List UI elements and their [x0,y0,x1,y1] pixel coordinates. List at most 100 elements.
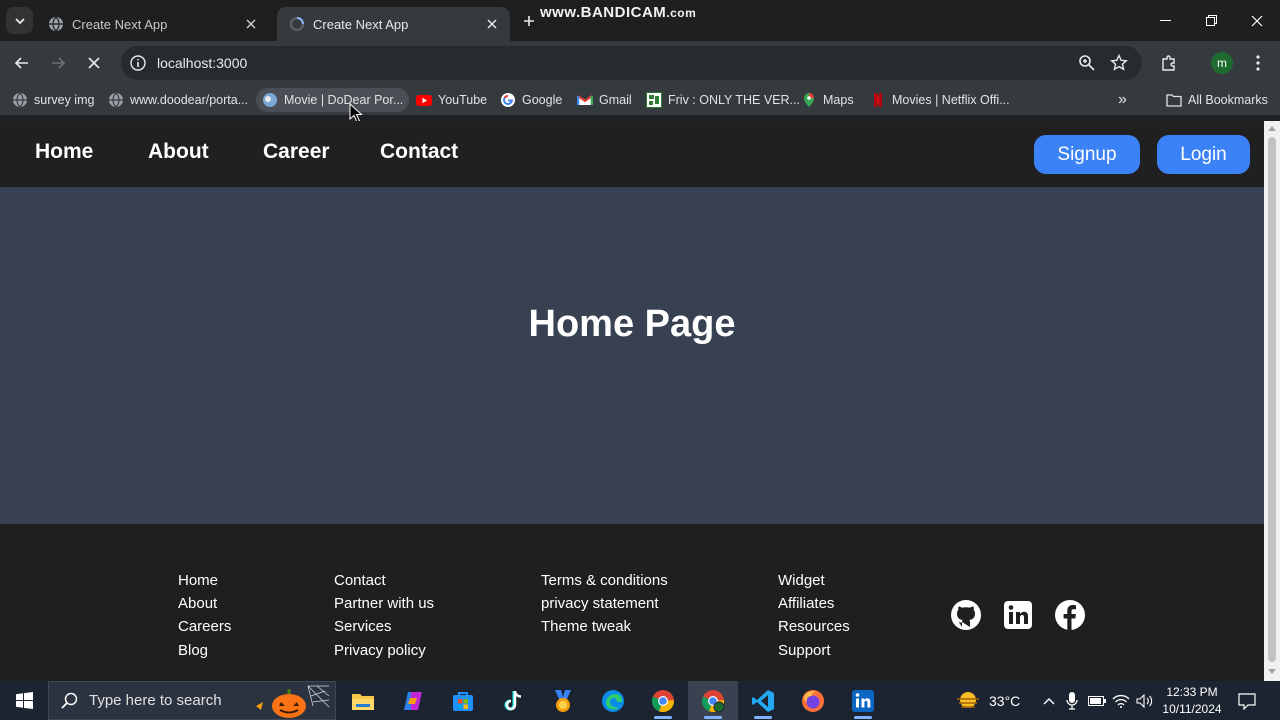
extensions-button[interactable] [1155,49,1183,77]
footer-link-partner[interactable]: Partner with us [334,592,434,615]
footer-link-careers[interactable]: Careers [178,615,231,638]
zoom-icon[interactable] [1078,54,1096,72]
url-text[interactable]: localhost:3000 [157,55,247,71]
show-hidden-icons-button[interactable] [1040,692,1058,710]
taskbar-edge[interactable] [588,681,638,720]
windows-logo-icon [15,692,33,709]
nav-link-contact[interactable]: Contact [380,140,458,164]
profile-avatar[interactable]: m [1211,52,1233,74]
vscode-icon [752,689,774,712]
tab-search-button[interactable] [6,7,33,34]
linkedin-icon[interactable] [1002,599,1034,631]
footer-link-support[interactable]: Support [778,639,850,662]
bookmark-gmail[interactable]: Gmail [571,88,638,112]
footer-link-blog[interactable]: Blog [178,639,231,662]
taskbar-chrome-profile[interactable] [688,681,738,720]
restore-icon [1205,15,1217,26]
taskbar-file-explorer[interactable] [338,681,388,720]
footer-link-affiliates[interactable]: Affiliates [778,592,850,615]
footer-link-home[interactable]: Home [178,569,231,592]
close-icon [1251,15,1263,26]
scrollbar-thumb[interactable] [1268,137,1276,662]
forward-arrow-icon [52,57,66,69]
taskbar-store[interactable] [438,681,488,720]
taskbar-search-box[interactable]: Type here to search [48,681,336,720]
taskbar-linkedin[interactable] [838,681,888,720]
file-explorer-icon [352,693,374,710]
chevron-down-icon [14,17,25,24]
start-button[interactable] [0,681,48,720]
hero-section: Home Page [0,187,1264,524]
edge-icon [602,689,624,712]
github-icon[interactable] [950,599,982,631]
tray-microphone[interactable] [1063,692,1081,710]
scroll-down-icon[interactable] [1268,669,1276,675]
bookmark-doodear-portal[interactable]: www.doodear/porta... [102,88,254,112]
new-tab-button[interactable] [518,10,540,32]
back-button[interactable] [8,49,36,77]
volume-icon [1136,694,1153,708]
nav-link-about[interactable]: About [148,140,209,164]
close-tab-button[interactable] [243,16,259,32]
taskbar-chrome[interactable] [638,681,688,720]
notification-icon [1238,692,1256,710]
bookmark-netflix[interactable]: Movies | Netflix Offi... [864,88,1016,112]
close-icon [246,19,256,29]
footer-link-terms[interactable]: Terms & conditions [541,569,668,592]
gmail-icon [577,92,593,108]
window-controls [1142,0,1280,41]
restore-button[interactable] [1188,0,1234,41]
all-bookmarks-button[interactable]: All Bookmarks [1160,88,1274,112]
tray-volume[interactable] [1136,692,1154,710]
footer-column-2: Contact Partner with us Services Privacy… [334,569,434,662]
site-info-icon[interactable] [129,54,147,72]
profile-initial: m [1217,56,1227,70]
bookmark-youtube[interactable]: YouTube [410,88,493,112]
signup-button[interactable]: Signup [1034,135,1140,174]
nav-link-career[interactable]: Career [263,140,330,164]
taskbar-app-medal[interactable] [538,681,588,720]
bookmark-movie-dodear[interactable]: Movie | DoDear Por... [256,88,410,112]
footer-link-about[interactable]: About [178,592,231,615]
minimize-button[interactable] [1142,0,1188,41]
footer-link-widget[interactable]: Widget [778,569,850,592]
stop-loading-button[interactable] [80,49,108,77]
taskbar-copilot[interactable] [388,681,438,720]
browser-menu-button[interactable] [1244,49,1272,77]
tiktok-icon [504,690,522,710]
close-tab-button[interactable] [484,16,500,32]
more-bookmarks-button[interactable]: » [1112,88,1133,112]
footer-link-contact[interactable]: Contact [334,569,434,592]
clock-time: 12:33 PM [1166,685,1218,699]
bookmark-survey-img[interactable]: survey img [6,88,100,112]
bookmark-google[interactable]: Google [494,88,568,112]
tray-wifi[interactable] [1112,692,1130,710]
login-button[interactable]: Login [1157,135,1250,174]
bookmark-friv[interactable]: Friv : ONLY THE VER... [640,88,806,112]
forward-button[interactable] [44,49,72,77]
page-scrollbar[interactable] [1264,121,1280,681]
tab-create-next-app-2[interactable]: Create Next App [277,7,510,41]
close-window-button[interactable] [1234,0,1280,41]
taskbar-vscode[interactable] [738,681,788,720]
nav-link-home[interactable]: Home [35,140,93,164]
tray-battery[interactable] [1088,692,1106,710]
footer-link-privacy-policy[interactable]: Privacy policy [334,639,434,662]
scroll-up-icon[interactable] [1268,125,1276,131]
notifications-button[interactable] [1238,692,1256,710]
bookmark-maps[interactable]: Maps [795,88,860,112]
store-icon [453,691,473,711]
watermark-suffix: .com [666,6,697,20]
bookmark-star-icon[interactable] [1110,54,1128,72]
footer-link-privacy-statement[interactable]: privacy statement [541,592,668,615]
weather-widget[interactable]: 33°C [955,681,1020,720]
footer-link-theme-tweak[interactable]: Theme tweak [541,615,668,638]
taskbar-clock[interactable]: 12:33 PM 10/11/2024 [1156,684,1228,718]
tab-create-next-app-1[interactable]: Create Next App [36,7,269,41]
footer-link-resources[interactable]: Resources [778,615,850,638]
address-bar[interactable]: localhost:3000 [121,46,1142,80]
footer-link-services[interactable]: Services [334,615,434,638]
taskbar-firefox[interactable] [788,681,838,720]
facebook-icon[interactable] [1054,599,1086,631]
taskbar-tiktok[interactable] [488,681,538,720]
